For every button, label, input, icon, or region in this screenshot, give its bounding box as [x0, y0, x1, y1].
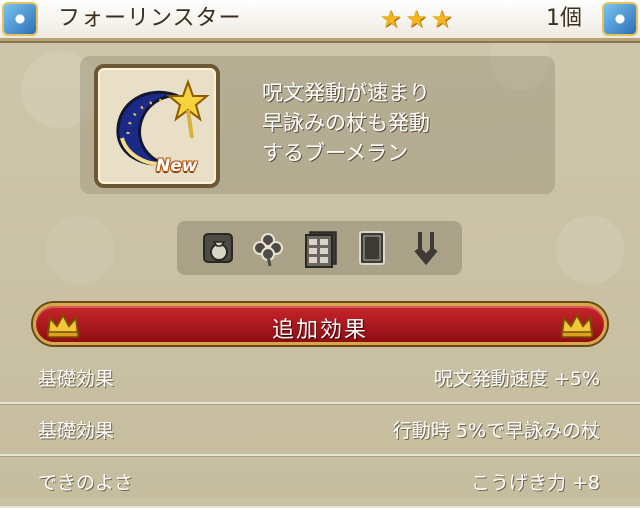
- effect-label: できのよさ: [38, 472, 134, 494]
- effect-row: できのよさ こうげき力 +8: [0, 456, 640, 508]
- star-icon: ★: [405, 5, 428, 33]
- description-line: 呪文発動が速まり: [262, 81, 430, 105]
- item-description: 呪文発動が速まり 早詠みの杖も発動 するブーメラン: [262, 78, 542, 168]
- star-icon: ★: [431, 5, 453, 33]
- effect-value: こうげき力 +8: [470, 472, 600, 494]
- cabinet-icon: [300, 228, 340, 268]
- item-icon-frame[interactable]: New: [94, 64, 220, 188]
- star-icon: ★: [380, 5, 402, 33]
- effect-label: 基礎効果: [38, 368, 115, 390]
- effect-label: 基礎効果: [38, 420, 115, 442]
- crown-icon: [560, 312, 594, 338]
- money-bag-icon: [198, 228, 238, 268]
- book-icon: [352, 228, 392, 268]
- description-line: 早詠みの杖も発動: [262, 111, 430, 135]
- effect-row: 基礎効果 呪文発動速度 +5%: [0, 352, 640, 404]
- effect-row: 基礎効果 行動時 5%で早詠みの杖: [0, 404, 640, 456]
- rarity-stars: ★ ★ ★: [380, 5, 453, 33]
- effect-value: 行動時 5%で早詠みの杖: [392, 420, 600, 442]
- new-badge: New: [156, 156, 198, 176]
- item-count: 1個: [546, 6, 582, 31]
- item-header: フォーリンスター ★ ★ ★ 1個: [0, 0, 640, 41]
- effect-value: 呪文発動速度 +5%: [433, 368, 600, 390]
- clover-icon: [248, 228, 288, 268]
- item-name: フォーリンスター: [58, 6, 242, 31]
- arrow-split-icon: [406, 228, 446, 268]
- header-corner-ornament-left: [2, 2, 38, 36]
- banner-title: 追加効果: [271, 318, 368, 343]
- header-corner-ornament-right: [602, 2, 638, 36]
- description-line: するブーメラン: [262, 141, 409, 165]
- additional-effect-banner: 追加効果: [33, 303, 607, 345]
